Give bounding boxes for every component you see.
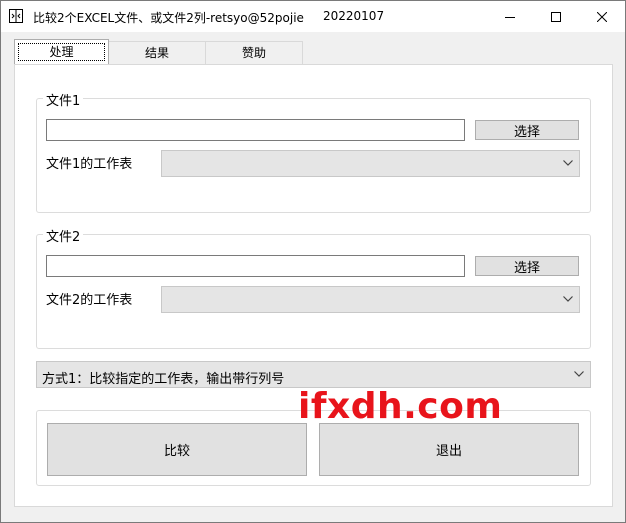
compare-button-label: 比较 xyxy=(163,444,190,459)
file2-sheet-select[interactable] xyxy=(161,286,580,313)
file1-group-label: 文件1 xyxy=(43,90,84,109)
file2-browse-button[interactable]: 选择 xyxy=(475,256,579,276)
tab-sponsor[interactable]: 赞助 xyxy=(205,41,303,64)
file2-group: 文件2 选择 文件2的工作表 xyxy=(36,226,591,349)
file1-group: 文件1 选择 文件1的工作表 xyxy=(36,90,591,213)
tab-strip: 处理 结果 赞助 xyxy=(1,39,625,65)
file1-browse-button[interactable]: 选择 xyxy=(475,120,579,140)
file1-sheet-label: 文件1的工作表 xyxy=(46,157,133,172)
minimize-icon xyxy=(505,16,515,18)
file2-sheet-label: 文件2的工作表 xyxy=(46,293,133,308)
minimize-button[interactable] xyxy=(487,1,533,32)
file2-group-label: 文件2 xyxy=(43,226,84,245)
close-button[interactable] xyxy=(579,1,625,32)
file1-path-input[interactable] xyxy=(46,119,465,141)
main-window: 比较2个EXCEL文件、或文件2列-retsyo@52pojie 2022010… xyxy=(0,0,626,523)
app-icon xyxy=(9,9,23,23)
compare-mode-value: 方式1：比较指定的工作表，输出带行列号 xyxy=(42,372,285,387)
chevron-down-icon xyxy=(574,371,584,377)
watermark-text: ifxdh.com xyxy=(298,386,503,427)
window-title: 比较2个EXCEL文件、或文件2列-retsyo@52pojie xyxy=(33,11,304,25)
maximize-icon xyxy=(551,11,561,22)
tab-panel-process: 文件1 选择 文件1的工作表 文件2 选择 文件2的工作表 方式1：比较指定的工… xyxy=(14,64,613,507)
title-bar: 比较2个EXCEL文件、或文件2列-retsyo@52pojie 2022010… xyxy=(1,1,625,32)
file1-browse-label: 选择 xyxy=(513,124,540,140)
maximize-button[interactable] xyxy=(533,1,579,32)
compare-mode-select[interactable]: 方式1：比较指定的工作表，输出带行列号 xyxy=(36,361,591,388)
tab-sponsor-label: 赞助 xyxy=(241,46,266,60)
tab-results-label: 结果 xyxy=(144,46,169,60)
tab-results[interactable]: 结果 xyxy=(108,41,206,64)
file2-browse-label: 选择 xyxy=(513,260,540,276)
tab-process[interactable]: 处理 xyxy=(14,39,109,64)
chevron-down-icon xyxy=(563,296,573,302)
chevron-down-icon xyxy=(563,160,573,166)
file1-sheet-select[interactable] xyxy=(161,150,580,177)
exit-button-label: 退出 xyxy=(435,444,462,459)
close-icon xyxy=(597,11,607,22)
compare-button[interactable]: 比较 xyxy=(47,423,307,476)
file2-path-input[interactable] xyxy=(46,255,465,277)
window-date: 20220107 xyxy=(323,9,385,23)
exit-button[interactable]: 退出 xyxy=(319,423,579,476)
tab-focus-rect xyxy=(18,43,105,61)
